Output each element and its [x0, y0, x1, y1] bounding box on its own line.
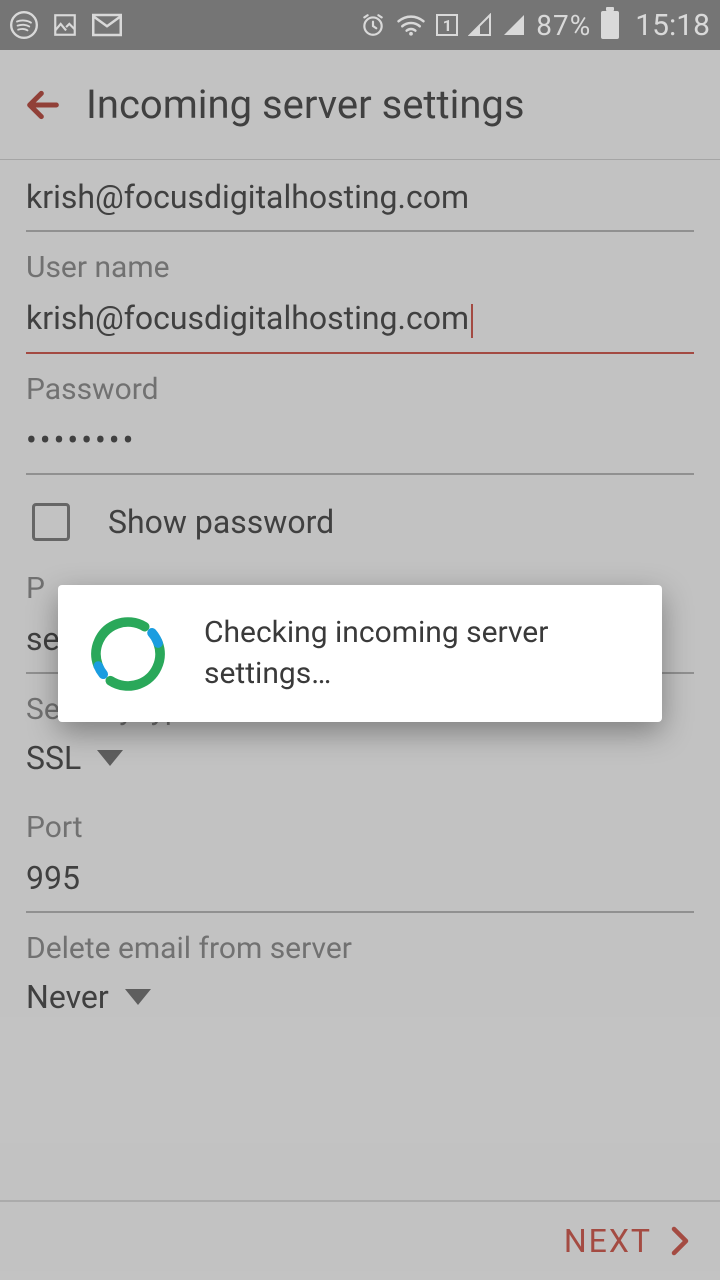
progress-dialog: Checking incoming server settings…: [58, 585, 662, 722]
spinner-icon: [88, 614, 168, 694]
dialog-message: Checking incoming server settings…: [204, 613, 632, 694]
